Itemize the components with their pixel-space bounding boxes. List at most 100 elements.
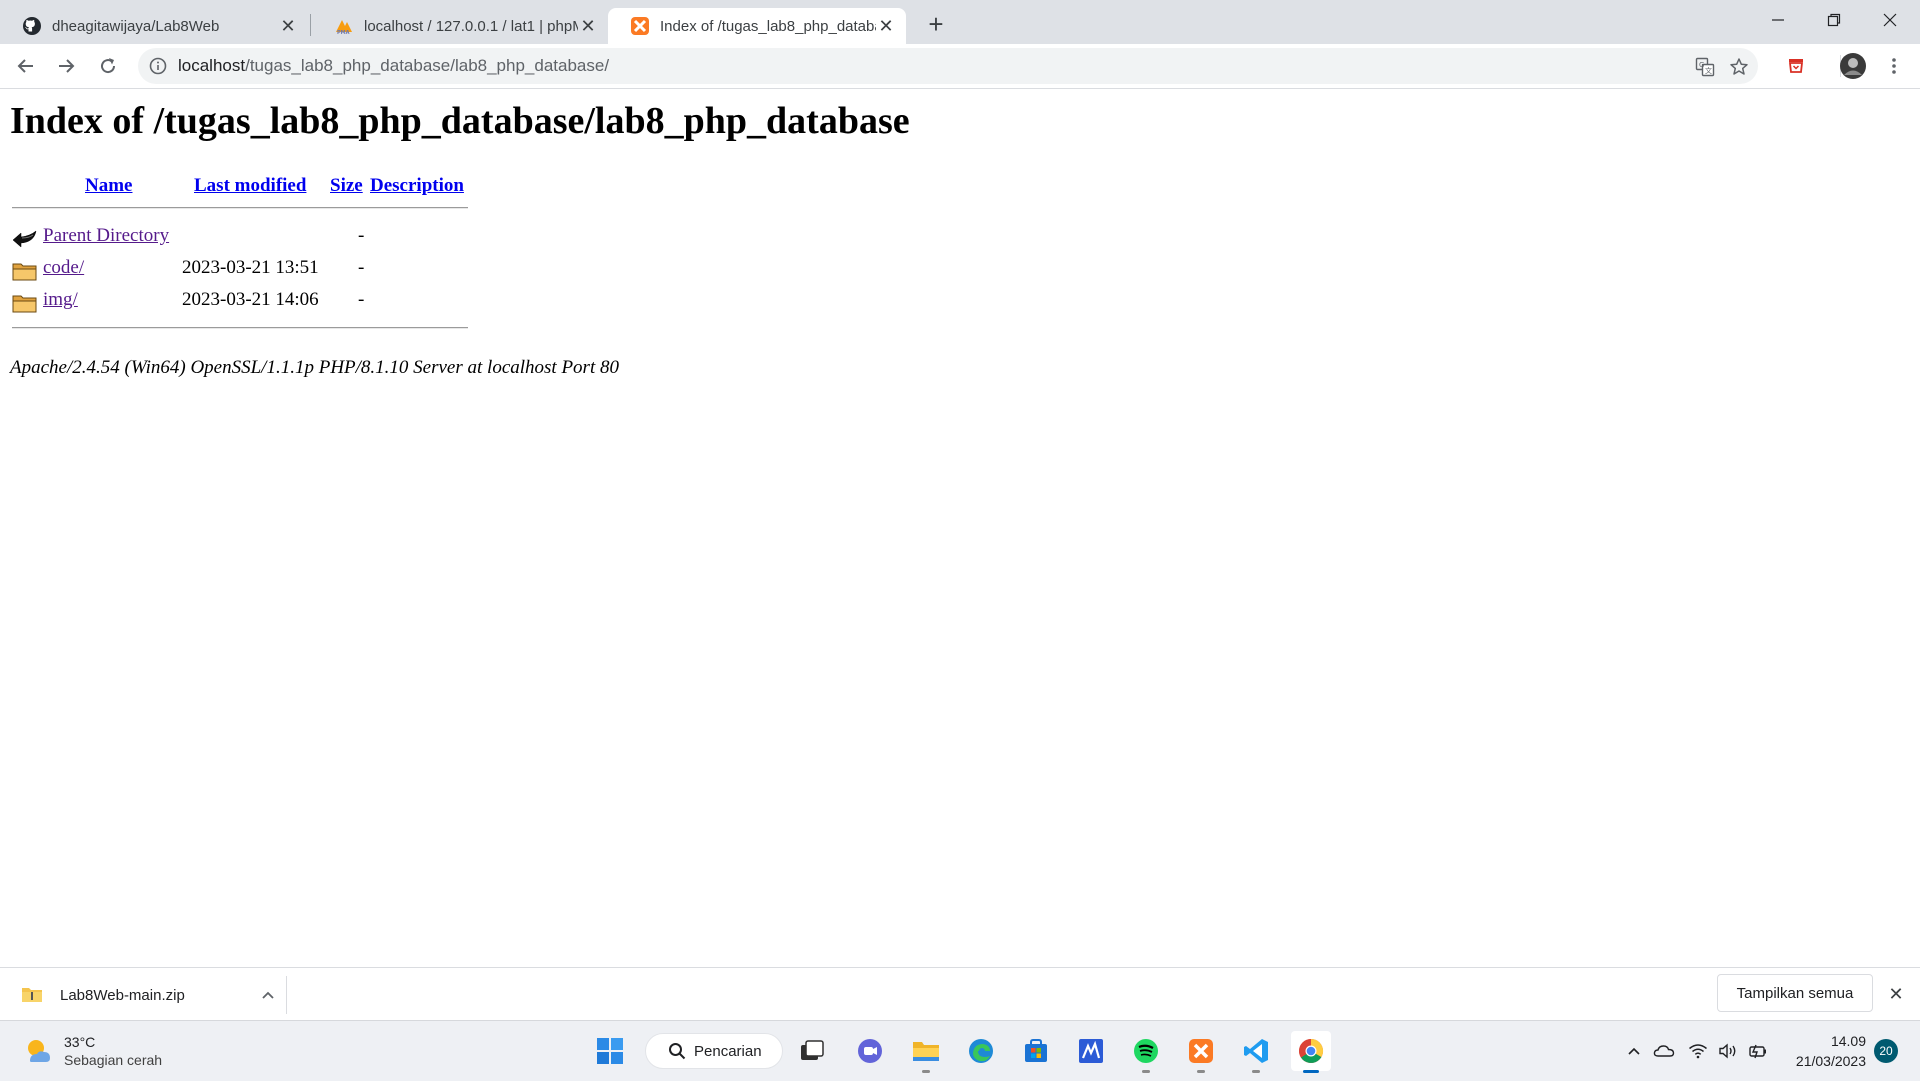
tab-title: localhost / 127.0.0.1 / lat1 | phpMyAdmi… [364,17,578,35]
windows-start-icon[interactable] [590,1031,630,1071]
folder-link-img[interactable]: img/ [43,289,78,311]
folder-link-code[interactable]: code/ [43,257,84,279]
tab-title: dheagitawijaya/Lab8Web [52,17,220,35]
row-modified: 2023-03-21 14:06 [182,289,319,310]
folder-icon [12,260,38,282]
clock-date: 21/03/2023 [1795,1053,1866,1069]
svg-text:G: G [1699,61,1704,69]
row-size: - [358,225,365,246]
running-indicator [922,1070,930,1073]
taskbar-search[interactable]: Pencarian [645,1033,783,1069]
speaker-icon[interactable] [1716,1039,1740,1063]
onedrive-cloud-icon[interactable] [1652,1039,1676,1063]
sort-description-link[interactable]: Description [370,175,464,197]
spotify-icon[interactable] [1126,1031,1166,1073]
listing-header: Name Last modified Size Description [10,175,470,201]
tab-separator [310,14,311,36]
table-row: img/ 2023-03-21 14:06 - [10,289,470,317]
tab-strip: dheagitawijaya/Lab8Web ✕ PMA localhost /… [0,0,1920,44]
show-all-button[interactable]: Tampilkan semua [1717,974,1873,1012]
site-info-icon[interactable] [148,56,168,76]
extension-icon[interactable] [1782,52,1810,80]
file-explorer-icon[interactable] [906,1031,946,1073]
weather-temperature: 33°C [64,1034,96,1050]
running-indicator [1252,1070,1260,1073]
row-size: - [358,257,365,278]
notification-badge[interactable]: 20 [1874,1039,1898,1063]
taskbar: 33°C Sebagian cerah Pencarian 14.09 21/0… [0,1020,1920,1081]
restore-icon[interactable] [1806,0,1862,40]
table-row: Parent Directory - [10,225,470,253]
forward-icon[interactable] [50,50,82,82]
translate-icon[interactable]: G文 [1694,56,1716,78]
browser-toolbar: localhost/tugas_lab8_php_database/lab8_p… [0,44,1920,89]
weather-condition: Sebagian cerah [64,1052,163,1068]
system-clock[interactable]: 14.09 21/03/2023 [1776,1031,1866,1071]
running-indicator [1197,1070,1205,1073]
server-signature: Apache/2.4.54 (Win64) OpenSSL/1.1.1p PHP… [10,357,619,378]
weather-widget[interactable]: 33°C Sebagian cerah [22,1031,162,1071]
back-arrow-icon [12,228,38,250]
tab-phpmyadmin[interactable]: PMA localhost / 127.0.0.1 / lat1 | phpMy… [312,8,608,44]
svg-text:文: 文 [1705,66,1712,75]
wifi-icon[interactable] [1686,1039,1710,1063]
zip-file-icon [20,983,44,1007]
vscode-icon[interactable] [1236,1031,1276,1073]
running-indicator [1142,1070,1150,1073]
close-window-icon[interactable] [1862,0,1918,40]
download-shelf: Lab8Web-main.zip Tampilkan semua ✕ [0,967,1920,1021]
folder-icon [12,292,38,314]
table-row: code/ 2023-03-21 13:51 - [10,257,470,285]
tab-github[interactable]: dheagitawijaya/Lab8Web ✕ [0,8,308,44]
tab-index-of[interactable]: Index of /tugas_lab8_php_database/lab8_p… [608,8,906,44]
search-icon [668,1042,686,1060]
chrome-icon[interactable] [1291,1031,1331,1073]
teams-chat-icon[interactable] [850,1031,890,1071]
back-icon[interactable] [10,50,42,82]
avatar[interactable] [1839,52,1867,80]
sort-size-link[interactable]: Size [330,175,363,197]
xampp-taskbar-icon[interactable] [1181,1031,1221,1073]
new-tab-button[interactable]: + [920,8,952,40]
row-size: - [358,289,365,310]
sort-name-link[interactable]: Name [85,175,132,197]
shelf-divider [286,976,287,1014]
svg-text:PMA: PMA [337,30,350,36]
page-title: Index of /tugas_lab8_php_database/lab8_p… [10,100,910,142]
search-label: Pencarian [694,1042,762,1060]
edge-icon[interactable] [961,1031,1001,1071]
running-indicator [1303,1070,1319,1073]
partly-sunny-icon [22,1035,54,1067]
download-filename: Lab8Web-main.zip [60,986,185,1004]
reload-icon[interactable] [92,50,124,82]
parent-directory-link[interactable]: Parent Directory [43,225,169,247]
address-text: localhost/tugas_lab8_php_database/lab8_p… [178,48,609,84]
microsoft-store-icon[interactable] [1016,1031,1056,1071]
chevron-up-icon[interactable] [258,985,278,1005]
tab-title: Index of /tugas_lab8_php_database/lab8_p… [660,17,876,35]
battery-charging-icon[interactable] [1746,1039,1770,1063]
github-icon [22,16,42,36]
close-tab-icon[interactable]: ✕ [876,16,896,36]
minimize-icon[interactable] [1750,0,1806,40]
close-tab-icon[interactable]: ✕ [578,16,598,36]
chevron-up-icon[interactable] [1622,1039,1646,1063]
address-bar[interactable]: localhost/tugas_lab8_php_database/lab8_p… [138,48,1758,84]
close-tab-icon[interactable]: ✕ [278,16,298,36]
task-view-icon[interactable] [792,1031,832,1071]
clock-time: 14.09 [1830,1033,1866,1049]
menu-kebab-icon[interactable] [1880,52,1908,80]
page-content: Index of /tugas_lab8_php_database/lab8_p… [0,89,1920,967]
url-host: localhost [178,56,246,75]
divider [12,207,468,209]
url-path: /tugas_lab8_php_database/lab8_php_databa… [245,56,610,75]
download-item[interactable]: Lab8Web-main.zip [20,976,278,1014]
xampp-icon [630,16,650,36]
matlab-icon[interactable] [1071,1031,1111,1071]
bookmark-star-icon[interactable] [1728,56,1750,78]
phpmyadmin-icon: PMA [334,16,354,36]
divider [12,327,468,329]
sort-last-modified-link[interactable]: Last modified [194,175,306,197]
row-modified: 2023-03-21 13:51 [182,257,319,278]
close-shelf-icon[interactable]: ✕ [1884,982,1908,1006]
